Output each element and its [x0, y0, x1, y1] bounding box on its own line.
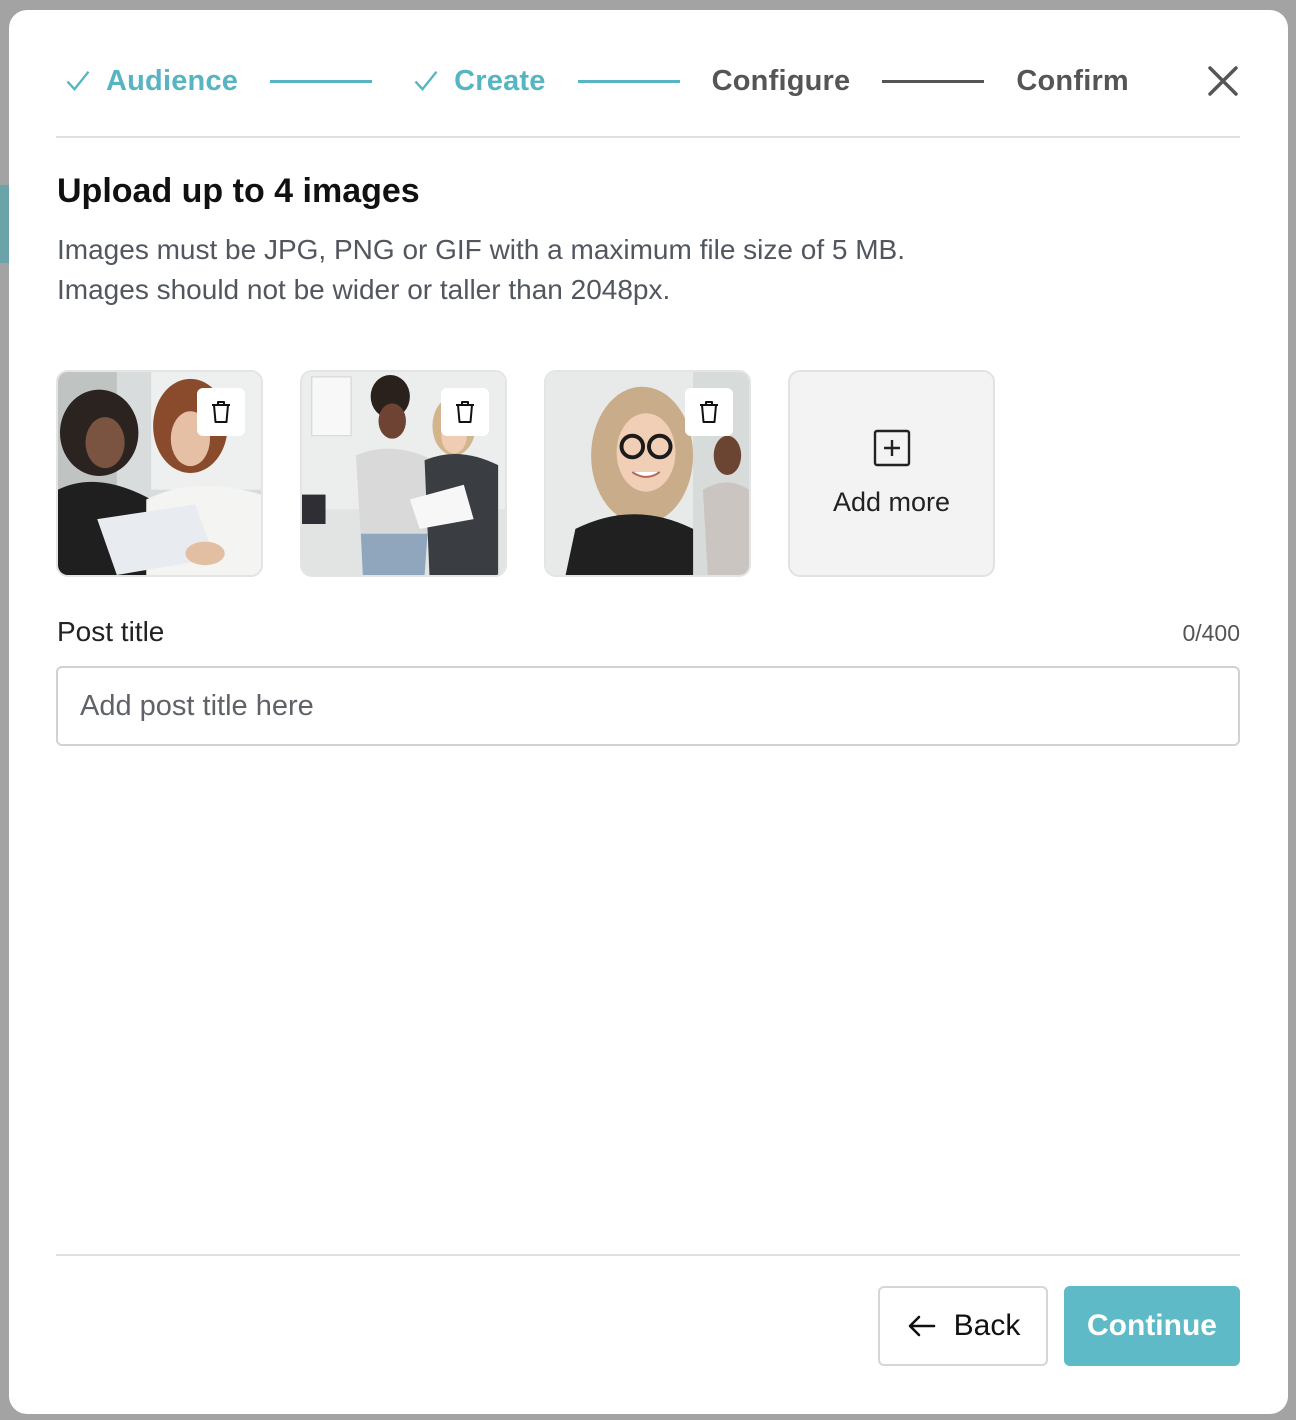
add-more-label: Add more: [832, 487, 951, 517]
upload-heading: Upload up to 4 images: [57, 172, 420, 210]
step-label: Create: [454, 64, 546, 97]
step-configure: Configure: [712, 65, 851, 98]
header-divider: [56, 136, 1240, 138]
backdrop-accent-bar: [0, 185, 9, 263]
step-label: Audience: [106, 64, 239, 97]
step-connector: [577, 79, 680, 83]
check-icon: [414, 70, 438, 91]
upload-description-line: Images must be JPG, PNG or GIF with a ma…: [57, 234, 906, 265]
image-thumbnails: Add more: [56, 370, 995, 577]
post-title-label: Post title: [57, 616, 165, 647]
footer-divider: [56, 1254, 1240, 1256]
continue-button[interactable]: Continue: [1064, 1286, 1240, 1366]
check-icon: [66, 70, 90, 91]
stepper: Audience Create Configure Confirm: [56, 50, 1240, 112]
create-post-modal: Audience Create Configure Confirm Upload…: [9, 10, 1288, 1414]
step-label: Confirm: [1016, 64, 1129, 97]
character-counter: 0/400: [1182, 620, 1240, 646]
upload-description: Images must be JPG, PNG or GIF with a ma…: [57, 230, 905, 310]
post-title-input[interactable]: [56, 666, 1240, 746]
plus-square-icon: [873, 429, 910, 467]
arrow-left-icon: [908, 1315, 935, 1337]
back-label: Back: [953, 1309, 1021, 1342]
trash-icon: [456, 401, 474, 423]
trash-icon: [212, 401, 230, 423]
step-confirm: Confirm: [1016, 65, 1129, 98]
step-audience[interactable]: Audience: [56, 65, 238, 98]
step-connector: [270, 79, 373, 83]
back-button[interactable]: Back: [878, 1286, 1048, 1366]
delete-image-button[interactable]: [685, 388, 733, 436]
step-create[interactable]: Create: [404, 65, 545, 98]
step-label: Configure: [711, 64, 851, 97]
upload-description-line: Images should not be wider or taller tha…: [57, 274, 671, 305]
step-connector: [882, 79, 985, 83]
close-icon[interactable]: [1206, 64, 1240, 98]
continue-label: Continue: [1087, 1309, 1217, 1342]
uploaded-image-3[interactable]: [544, 370, 751, 577]
uploaded-image-1[interactable]: [56, 370, 263, 577]
trash-icon: [700, 401, 718, 423]
uploaded-image-2[interactable]: [300, 370, 507, 577]
delete-image-button[interactable]: [197, 388, 245, 436]
delete-image-button[interactable]: [441, 388, 489, 436]
add-more-button[interactable]: Add more: [788, 370, 995, 577]
